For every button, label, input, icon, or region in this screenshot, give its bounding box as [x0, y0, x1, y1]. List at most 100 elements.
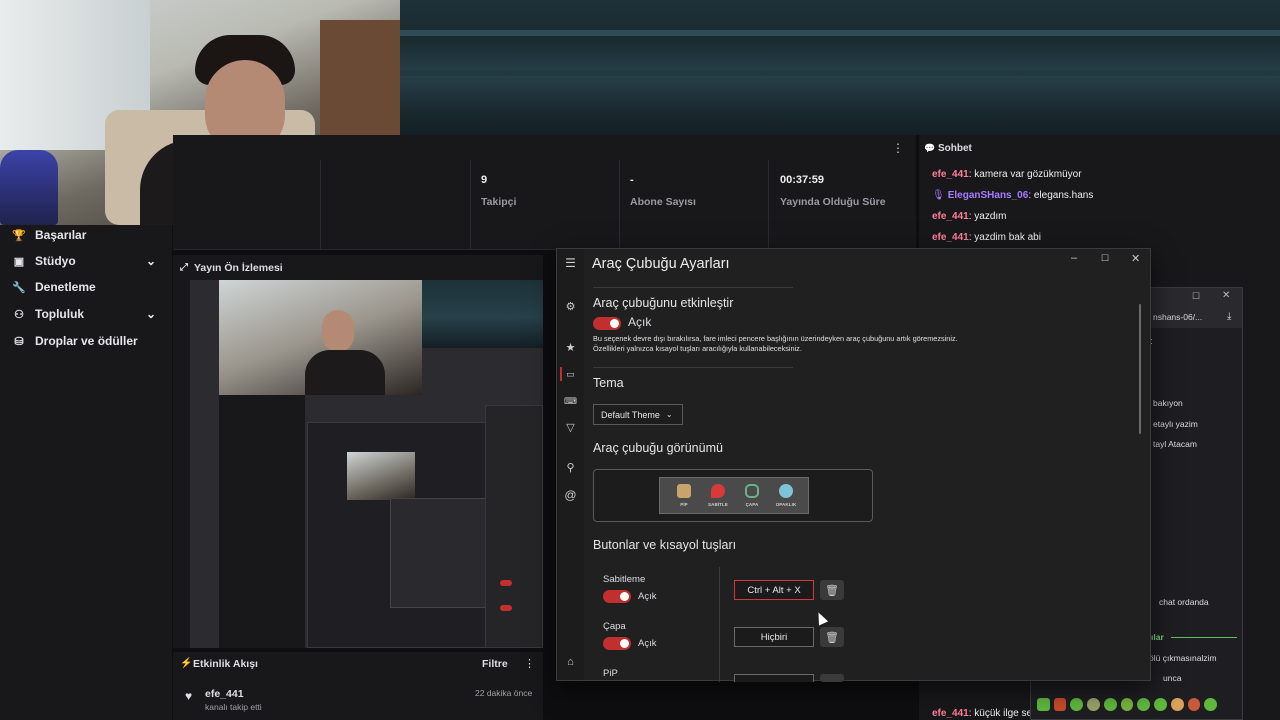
text-fragment: unca	[1163, 673, 1182, 683]
event-time: 22 dakika önce	[475, 688, 533, 698]
gear-icon[interactable]: ⚙	[563, 300, 578, 315]
emote-icon[interactable]	[1154, 698, 1167, 711]
list-item[interactable]: ♥ efe_441 kanalı takip etti 22 dakika ön…	[173, 682, 543, 718]
sidebar-item-label: Denetleme	[35, 280, 96, 294]
chevron-down-icon: ⌄	[146, 307, 157, 321]
opacity-icon	[779, 484, 793, 498]
more-options-icon[interactable]: ⋮	[524, 657, 535, 670]
chat-text: elegans.hans	[1033, 190, 1094, 201]
more-options-icon[interactable]: ⋮	[892, 141, 904, 155]
scrollbar[interactable]	[1139, 304, 1141, 434]
minimize-icon[interactable]: –	[1071, 252, 1077, 264]
anchor-hotkey-field[interactable]: Hiçbiri	[734, 627, 814, 647]
heart-icon: ♥	[185, 689, 193, 703]
chat-username[interactable]: EleganSHans_06	[948, 190, 1029, 201]
opacity-button[interactable]: OPAKLIK	[772, 482, 800, 512]
chain-icon	[745, 484, 759, 498]
chevron-down-icon: ⌄	[146, 254, 157, 268]
trash-icon[interactable]: 🗑	[820, 627, 844, 647]
enable-toolbar-toggle[interactable]	[593, 317, 621, 330]
emote-icon[interactable]	[1037, 698, 1050, 711]
preview-title: Yayın Ön İzlemesi	[194, 261, 283, 274]
trash-icon[interactable]: 🗑	[820, 580, 844, 600]
emote-icon[interactable]	[1170, 698, 1184, 711]
emote-icon[interactable]	[1103, 698, 1117, 711]
emote-icon[interactable]	[1204, 698, 1218, 711]
drops-icon: ⛁	[14, 335, 24, 348]
shortcut-state: Açık	[638, 591, 657, 602]
toolbar-icon[interactable]: ▭	[563, 367, 578, 382]
window-title: Araç Çubuğu Ayarları	[592, 256, 730, 272]
emote-icon[interactable]	[1137, 698, 1151, 711]
chat-username[interactable]: efe_441	[932, 232, 969, 243]
community-icon: ⚇	[14, 308, 24, 321]
stream-stats-panel: ⋮ 9 Takipçi - Abone Sayısı 00:37:59 Yayı…	[173, 135, 916, 250]
pin-toggle[interactable]	[603, 590, 631, 603]
activity-feed-panel: ⚡ Etkinlik Akışı Filtre ⋮ ♥ efe_441 kana…	[173, 652, 543, 720]
emote-icon[interactable]	[1053, 698, 1067, 711]
text-fragment: etaylı yazim	[1153, 419, 1198, 429]
emote-icon[interactable]	[1187, 698, 1201, 711]
filter-icon[interactable]: ▽	[563, 421, 578, 436]
anchor-toggle[interactable]	[603, 637, 631, 650]
home-icon[interactable]: ⌂	[563, 655, 578, 670]
text-fragment: bakıyon	[1153, 398, 1183, 408]
pin-button[interactable]: SABİTLE	[704, 482, 732, 512]
creator-sidebar: 🏆 Başarılar ▣ Stüdyo ⌄ 🔧 Denetleme ⚇ Top…	[0, 225, 172, 720]
close-icon[interactable]: ✕	[1222, 290, 1230, 301]
mention-icon[interactable]: @	[563, 488, 578, 503]
sidebar-item-achievements[interactable]: 🏆 Başarılar	[12, 225, 86, 245]
star-icon[interactable]: ★	[563, 341, 578, 356]
enable-description: Bu seçenek devre dışı bırakılırsa, fare …	[593, 334, 958, 343]
keyboard-icon[interactable]: ⌨	[563, 394, 578, 409]
maximize-icon[interactable]: ☐	[1192, 291, 1200, 302]
hamburger-icon[interactable]: ☰	[563, 256, 578, 271]
sidebar-item-studio[interactable]: ▣ Stüdyo ⌄	[12, 251, 156, 271]
toolbar-settings-window: ☰ ⚙ ★ ▭ ⌨ ▽ ⚲ @ ⌂ Araç Çubuğu Ayarları –…	[556, 248, 1151, 682]
sidebar-item-community[interactable]: ⚇ Topluluk ⌄	[12, 304, 156, 324]
pip-hotkey-field[interactable]	[734, 674, 814, 682]
chat-username[interactable]: efe_441	[932, 169, 969, 180]
trash-icon[interactable]	[820, 674, 844, 682]
chat-text: kamera var gözükmüyor	[974, 169, 1082, 180]
sidebar-item-drops[interactable]: ⛁ Droplar ve ödüller	[12, 331, 137, 351]
event-user: efe_441	[205, 688, 244, 700]
shortcut-name: PiP	[603, 668, 618, 679]
emote-icon[interactable]	[1120, 698, 1134, 711]
close-icon[interactable]: ✕	[1131, 252, 1140, 265]
search-icon[interactable]: ⚲	[563, 461, 578, 476]
emote-icon[interactable]	[1070, 698, 1084, 711]
shortcut-name: Çapa	[603, 621, 626, 632]
pip-button[interactable]: PİP	[670, 482, 698, 512]
preview-header: ⤢ Yayın Ön İzlemesi	[173, 255, 543, 280]
wrench-icon: 🔧	[12, 281, 26, 294]
divider	[470, 160, 471, 250]
subscribers-label: Abone Sayısı	[630, 196, 696, 208]
pin-hotkey-field[interactable]: Ctrl + Alt + X	[734, 580, 814, 600]
text-fragment: tayl Atacam	[1153, 439, 1197, 449]
text-fragment: chat ordanda	[1159, 597, 1209, 607]
activity-title: Etkinlik Akışı	[193, 658, 258, 670]
download-icon[interactable]: ⤓	[1227, 311, 1231, 322]
sidebar-item-moderation[interactable]: 🔧 Denetleme	[12, 277, 96, 297]
emote-icon[interactable]	[1087, 698, 1100, 711]
uptime-value: 00:37:59	[780, 174, 825, 186]
preview-video[interactable]	[190, 280, 543, 648]
enable-toolbar-heading: Araç çubuğunu etkinleştir	[593, 296, 734, 310]
chat-message: 🎙 EleganSHans_06: elegans.hans	[932, 190, 1094, 201]
filter-button[interactable]: Filtre	[482, 658, 508, 670]
shortcuts-heading: Butonlar ve kısayol tuşları	[593, 538, 737, 552]
chat-message: efe_441: kamera var gözükmüyor	[932, 169, 1082, 180]
maximize-icon[interactable]: ☐	[1101, 253, 1109, 264]
chat-username[interactable]: efe_441	[932, 211, 969, 222]
chat-username[interactable]: efe_441	[932, 708, 969, 719]
anchor-button[interactable]: ÇAPA	[738, 482, 766, 512]
enable-toolbar-state: Açık	[628, 315, 652, 329]
event-text: kanalı takip etti	[205, 702, 262, 712]
stream-preview-panel: ⤢ Yayın Ön İzlemesi	[173, 255, 543, 648]
trophy-icon: 🏆	[12, 229, 26, 242]
pip-icon	[677, 484, 691, 498]
settings-nav-rail: ☰ ⚙ ★ ▭ ⌨ ▽ ⚲ @ ⌂	[557, 249, 584, 680]
preview-icon: ⤢	[180, 262, 188, 273]
theme-dropdown[interactable]: Default Theme ⌄	[593, 404, 683, 425]
